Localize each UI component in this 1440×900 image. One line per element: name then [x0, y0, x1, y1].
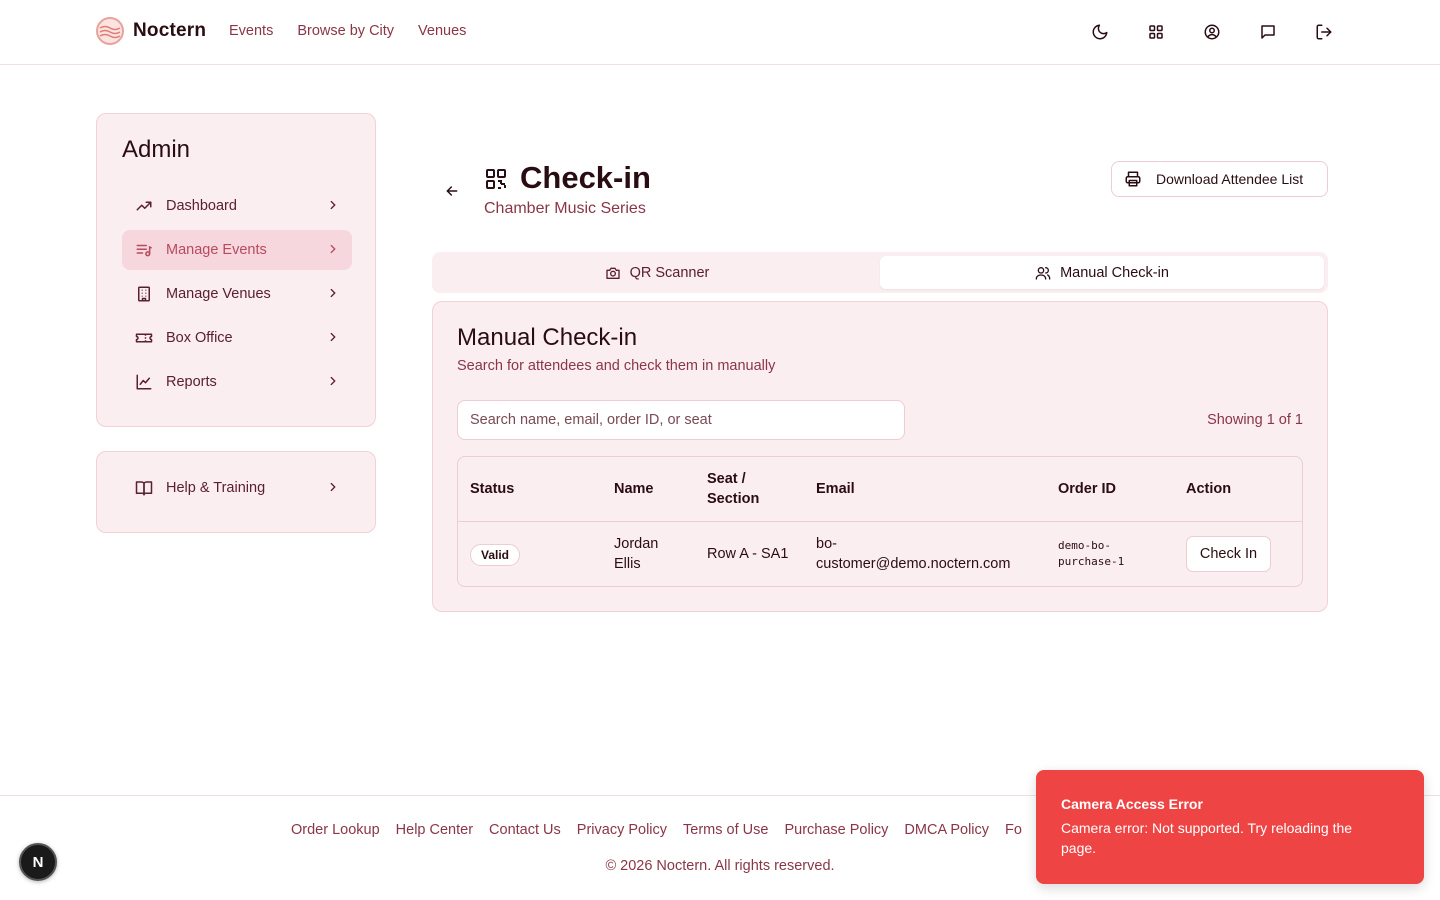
dev-tools-badge[interactable]: N — [19, 843, 57, 881]
sidebar-item-label: Manage Events — [166, 242, 267, 258]
moon-icon[interactable] — [1088, 20, 1112, 44]
attendee-email-line2: customer@demo.noctern.com — [816, 556, 1011, 572]
toast-title: Camera Access Error — [1061, 796, 1203, 812]
sidebar-item-dashboard[interactable]: Dashboard — [122, 186, 352, 226]
download-label: Download Attendee List — [1156, 171, 1304, 187]
attendee-search-input[interactable] — [457, 400, 905, 440]
table-row: Valid Jordan Ellis Row A - SA1 bo- custo… — [458, 522, 1302, 586]
footer-link-help-center[interactable]: Help Center — [396, 822, 473, 838]
nav-venues[interactable]: Venues — [418, 23, 466, 39]
column-header-action: Action — [1186, 481, 1232, 497]
sidebar-item-label: Reports — [166, 374, 217, 390]
footer-link-dmca-policy[interactable]: DMCA Policy — [904, 822, 989, 838]
page-subtitle: Chamber Music Series — [484, 200, 646, 217]
sidebar-item-reports[interactable]: Reports — [122, 362, 352, 402]
camera-icon — [605, 265, 621, 281]
logout-icon[interactable] — [1312, 20, 1336, 44]
checkin-tabs: QR Scanner Manual Check-in — [432, 252, 1328, 293]
attendee-table: Status Name Seat / Section Email Order I… — [457, 456, 1303, 587]
chevron-right-icon — [326, 330, 340, 349]
status-badge: Valid — [470, 544, 521, 566]
tab-manual-checkin[interactable]: Manual Check-in — [880, 256, 1324, 289]
chevron-right-icon — [326, 286, 340, 305]
toast-message: Camera error: Not supported. Try reloadi… — [1061, 818, 1400, 858]
brand-name: Noctern — [133, 20, 207, 41]
book-icon — [134, 478, 154, 498]
attendee-seat: Row A - SA1 — [707, 546, 789, 562]
page-title: Check-in — [520, 160, 651, 195]
logo-mark-icon — [96, 17, 124, 45]
order-id-line2: purchase-1 — [1058, 555, 1125, 568]
chevron-right-icon — [326, 242, 340, 261]
main-nav: Events Browse by City Venues — [229, 23, 466, 39]
brand-logo[interactable]: Noctern — [96, 17, 206, 45]
check-in-button[interactable]: Check In — [1186, 536, 1271, 572]
attendee-name-line2: Ellis — [614, 556, 641, 572]
grid-icon[interactable] — [1144, 20, 1168, 44]
column-header-name: Name — [614, 481, 654, 497]
attendee-email-line1: bo- — [816, 536, 837, 552]
order-id: demo-bo- purchase-1 — [1058, 538, 1124, 570]
sidebar-item-manage-events[interactable]: Manage Events — [122, 230, 352, 270]
trending-up-icon — [134, 196, 154, 216]
sidebar-item-label: Dashboard — [166, 198, 237, 214]
manual-checkin-panel: Manual Check-in Search for attendees and… — [432, 301, 1328, 612]
message-icon[interactable] — [1256, 20, 1280, 44]
results-count: Showing 1 of 1 — [1207, 412, 1303, 428]
footer-link-terms-of-use[interactable]: Terms of Use — [683, 822, 768, 838]
column-header-seat-line2: Section — [707, 491, 760, 507]
list-music-icon — [134, 240, 154, 260]
tab-label: Manual Check-in — [1060, 264, 1169, 281]
error-toast[interactable]: Camera Access Error Camera error: Not su… — [1036, 770, 1424, 884]
attendee-email: bo- customer@demo.noctern.com — [816, 534, 1010, 574]
footer-link-order-lookup[interactable]: Order Lookup — [291, 822, 380, 838]
table-header-row: Status Name Seat / Section Email Order I… — [458, 457, 1302, 522]
users-icon — [1035, 265, 1051, 281]
sidebar-item-label: Box Office — [166, 330, 233, 346]
header-actions — [1088, 20, 1336, 44]
column-header-status: Status — [470, 481, 515, 497]
column-header-seat: Seat / Section — [707, 469, 759, 509]
panel-title: Manual Check-in — [457, 324, 638, 351]
column-header-seat-line1: Seat / — [707, 471, 746, 487]
panel-description: Search for attendees and check them in m… — [457, 358, 776, 374]
footer-link-contact-us[interactable]: Contact Us — [489, 822, 561, 838]
user-circle-icon[interactable] — [1200, 20, 1224, 44]
ticket-icon — [134, 328, 154, 348]
order-id-line1: demo-bo- — [1058, 539, 1111, 552]
building-icon — [134, 284, 154, 304]
tab-qr-scanner[interactable]: QR Scanner — [436, 256, 878, 289]
nav-browse-by-city[interactable]: Browse by City — [297, 23, 394, 39]
sidebar-item-label: Manage Venues — [166, 286, 271, 302]
footer-link-purchase-policy[interactable]: Purchase Policy — [784, 822, 888, 838]
chevron-right-icon — [326, 480, 340, 499]
chevron-right-icon — [326, 374, 340, 393]
toast-message-line1: Camera error: Not supported. Try reloadi… — [1061, 820, 1353, 836]
download-attendee-list-button[interactable]: Download Attendee List — [1111, 161, 1328, 197]
attendee-name: Jordan Ellis — [614, 534, 658, 574]
footer-link-privacy-policy[interactable]: Privacy Policy — [577, 822, 667, 838]
sidebar-item-help-training[interactable]: Help & Training — [122, 468, 352, 508]
sidebar-item-box-office[interactable]: Box Office — [122, 318, 352, 358]
sidebar-item-label: Help & Training — [166, 480, 266, 496]
tab-label: QR Scanner — [629, 264, 710, 281]
attendee-name-line1: Jordan — [614, 536, 659, 552]
sidebar-title: Admin — [122, 136, 191, 163]
top-bar: Noctern Events Browse by City Venues — [0, 0, 1440, 65]
column-header-order-id: Order ID — [1058, 481, 1117, 497]
sidebar-item-manage-venues[interactable]: Manage Venues — [122, 274, 352, 314]
qr-code-icon — [484, 167, 508, 196]
chevron-right-icon — [326, 198, 340, 217]
nav-events[interactable]: Events — [229, 23, 273, 39]
line-chart-icon — [134, 372, 154, 392]
footer-link-truncated[interactable]: Fo — [1005, 822, 1022, 838]
printer-icon — [1124, 170, 1142, 188]
column-header-email: Email — [816, 481, 855, 497]
toast-message-line2: page. — [1061, 840, 1097, 856]
back-arrow-icon[interactable] — [442, 181, 462, 201]
admin-sidebar: Admin Dashboard Manage Events Manage Ven… — [96, 113, 376, 427]
help-card: Help & Training — [96, 451, 376, 533]
footer-links: Order Lookup Help Center Contact Us Priv… — [291, 822, 1022, 838]
